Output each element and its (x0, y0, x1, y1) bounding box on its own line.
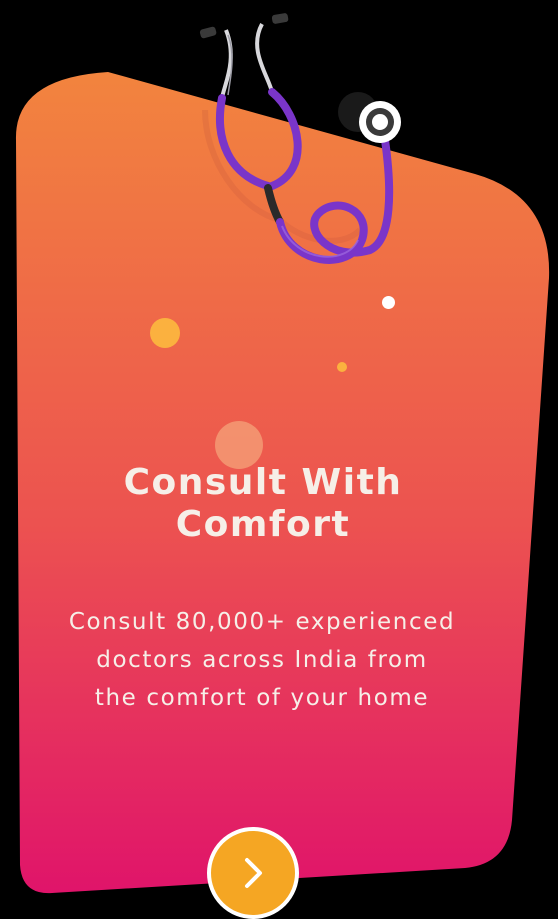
onboarding-card (15, 13, 550, 894)
decorative-dot (337, 362, 347, 372)
card-title-line: Consult With (123, 462, 403, 503)
card-description: Consult 80,000+ experienced doctors acro… (22, 603, 502, 717)
card-description-line: Consult 80,000+ experienced (68, 609, 456, 635)
card-title-line: Comfort (175, 504, 351, 545)
card-title: Consult With Comfort (60, 462, 466, 546)
decorative-dot (150, 318, 180, 348)
card-description-line: doctors across India from (96, 647, 428, 673)
card-description-line: the comfort of your home (94, 685, 430, 711)
chevron-right-icon (245, 858, 262, 888)
decorative-dot (382, 296, 395, 309)
next-button[interactable] (207, 827, 299, 919)
